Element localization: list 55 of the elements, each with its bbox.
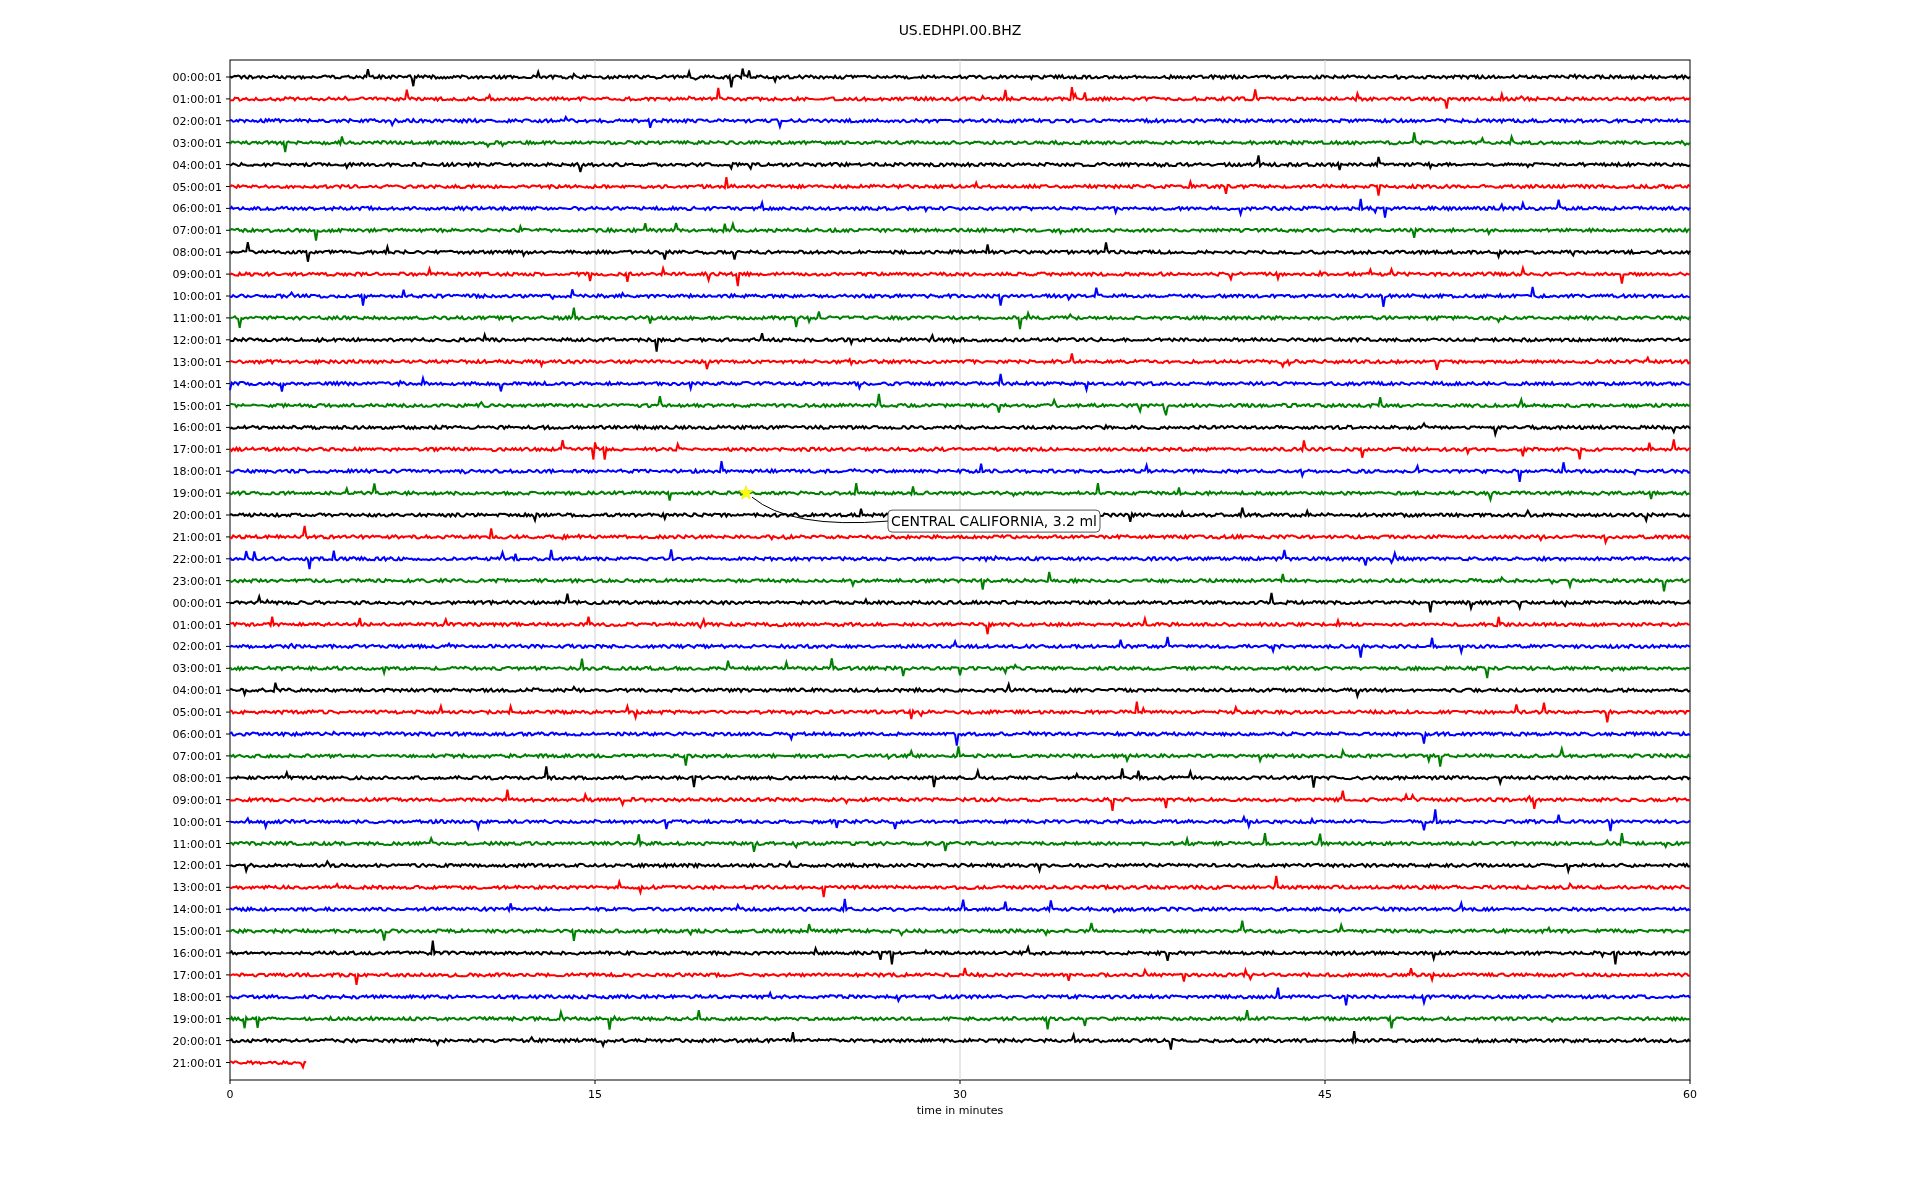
hour-label: 01:00:01	[172, 618, 222, 632]
hour-label: 13:00:01	[172, 881, 222, 895]
event-label: CENTRAL CALIFORNIA, 3.2 ml	[887, 509, 1101, 533]
hour-label: 20:00:01	[172, 509, 222, 522]
hour-label: 21:00:01	[172, 530, 222, 544]
hour-label: 03:00:01	[172, 136, 222, 150]
hour-label: 15:00:01	[172, 399, 222, 413]
hour-label: 02:00:01	[172, 114, 222, 128]
hour-label: 06:00:01	[172, 202, 222, 216]
x-tick-label: 15	[588, 1088, 602, 1101]
hour-label: 20:00:01	[172, 1034, 222, 1048]
hour-label: 23:00:01	[172, 574, 222, 588]
hour-label: 12:00:01	[172, 333, 222, 347]
hour-label: 05:00:01	[172, 706, 222, 720]
hour-label: 11:00:01	[172, 311, 222, 325]
hour-label: 14:00:01	[172, 377, 222, 391]
hour-label: 09:00:01	[172, 793, 222, 807]
x-tick-label: 60	[1683, 1088, 1697, 1101]
hour-label: 02:00:01	[172, 640, 222, 654]
hour-label: 04:00:01	[172, 684, 222, 698]
hour-label: 18:00:01	[172, 990, 222, 1004]
hour-label: 01:00:01	[172, 92, 222, 106]
hour-label: 07:00:01	[172, 749, 222, 763]
x-axis-label: time in minutes	[916, 1104, 1004, 1117]
hour-label: 08:00:01	[172, 246, 222, 260]
hour-label: 10:00:01	[172, 815, 222, 829]
hour-label: 11:00:01	[172, 837, 222, 851]
hour-label: 22:00:01	[172, 552, 222, 566]
hour-label: 06:00:01	[172, 728, 222, 741]
hour-label: 19:00:01	[172, 1012, 222, 1026]
hour-label: 00:00:01	[172, 596, 222, 610]
chart-title: US.EDHPI.00.BHZ	[898, 22, 1022, 38]
hour-label: 04:00:01	[172, 158, 222, 172]
hour-label: 18:00:01	[172, 465, 222, 479]
hour-label: 16:00:01	[172, 947, 222, 960]
x-tick-label: 30	[953, 1088, 967, 1101]
hour-label: 17:00:01	[172, 443, 222, 457]
hour-label: 00:00:01	[172, 71, 222, 84]
star-icon	[738, 485, 754, 500]
hour-label: 21:00:01	[172, 1056, 222, 1070]
hour-label: 07:00:01	[172, 224, 222, 238]
hour-label: 08:00:01	[172, 771, 222, 785]
x-tick-label: 45	[1318, 1088, 1332, 1101]
hour-label: 16:00:01	[172, 421, 222, 435]
hour-label: 19:00:01	[172, 487, 222, 501]
x-tick-label: 0	[226, 1088, 234, 1101]
hour-label: 13:00:01	[172, 355, 222, 369]
hour-label: 03:00:01	[172, 662, 222, 676]
hour-label: 14:00:01	[172, 903, 222, 917]
hour-label: 17:00:01	[172, 968, 222, 982]
hour-label: 12:00:01	[172, 859, 222, 873]
hour-label: 09:00:01	[172, 268, 222, 282]
hour-label: 10:00:01	[172, 290, 222, 303]
hour-label: 15:00:01	[172, 925, 222, 939]
hour-label: 05:00:01	[172, 180, 222, 194]
